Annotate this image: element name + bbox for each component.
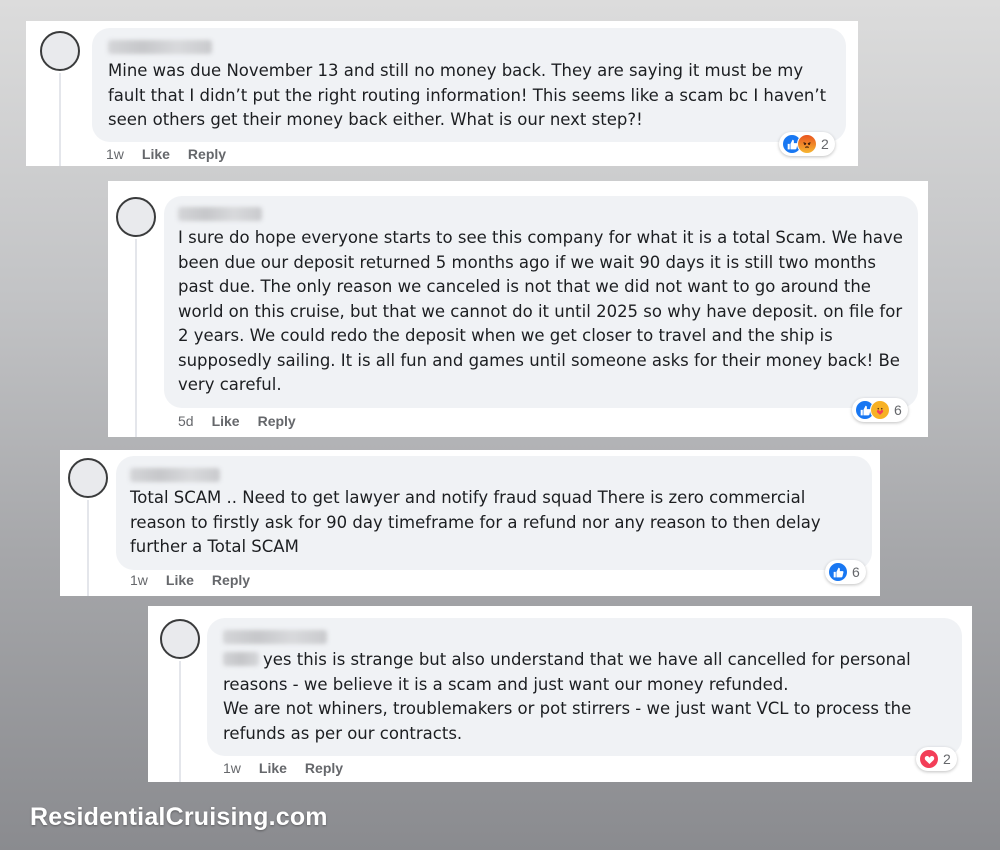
thread-line — [59, 73, 61, 166]
author-name-redacted[interactable] — [223, 630, 327, 644]
comment-text: Total SCAM .. Need to get lawyer and not… — [130, 488, 821, 556]
like-button[interactable]: Like — [142, 146, 170, 162]
comment-card: Mine was due November 13 and still no mo… — [26, 21, 858, 166]
comment-actions: 1w Like Reply — [106, 146, 226, 162]
like-button[interactable]: Like — [259, 760, 287, 776]
like-button[interactable]: Like — [166, 572, 194, 588]
like-button[interactable]: Like — [212, 413, 240, 429]
care-reaction-icon — [870, 400, 890, 420]
author-name-redacted[interactable] — [178, 207, 262, 221]
reply-button[interactable]: Reply — [212, 572, 250, 588]
reaction-count: 6 — [852, 564, 860, 580]
comment-card: I sure do hope everyone starts to see th… — [108, 181, 928, 437]
reaction-summary[interactable]: 2 — [779, 132, 835, 156]
thread-line — [87, 500, 89, 596]
reaction-count: 2 — [943, 751, 951, 767]
thread-line — [135, 239, 137, 437]
angry-reaction-icon — [797, 134, 817, 154]
comment-card: Total SCAM .. Need to get lawyer and not… — [60, 450, 880, 596]
reply-button[interactable]: Reply — [258, 413, 296, 429]
comment-text-body: yes this is strange but also understand … — [223, 650, 912, 743]
comment-timestamp[interactable]: 1w — [106, 146, 124, 162]
comment-text: I sure do hope everyone starts to see th… — [178, 228, 903, 394]
comment-actions: 1w Like Reply — [130, 572, 250, 588]
mentioned-name-redacted[interactable] — [223, 652, 259, 666]
comment-bubble: I sure do hope everyone starts to see th… — [164, 196, 918, 408]
comment-timestamp[interactable]: 1w — [223, 760, 241, 776]
comment-timestamp[interactable]: 1w — [130, 572, 148, 588]
author-name-redacted[interactable] — [130, 468, 220, 482]
reaction-summary[interactable]: 2 — [916, 747, 957, 771]
thread-line — [179, 661, 181, 782]
avatar[interactable] — [160, 619, 200, 659]
comment-text: Mine was due November 13 and still no mo… — [108, 61, 827, 129]
heart-reaction-icon — [919, 749, 939, 769]
reaction-count: 6 — [894, 402, 902, 418]
comment-bubble: yes this is strange but also understand … — [207, 618, 962, 756]
author-name-redacted[interactable] — [108, 40, 212, 54]
reaction-summary[interactable]: 6 — [825, 560, 866, 584]
comment-timestamp[interactable]: 5d — [178, 413, 194, 429]
avatar[interactable] — [116, 197, 156, 237]
reaction-summary[interactable]: 6 — [852, 398, 908, 422]
reaction-count: 2 — [821, 136, 829, 152]
avatar[interactable] — [40, 31, 80, 71]
comment-text: yes this is strange but also understand … — [223, 648, 911, 746]
comment-bubble: Mine was due November 13 and still no mo… — [92, 28, 846, 142]
comment-card: yes this is strange but also understand … — [148, 606, 972, 782]
reply-button[interactable]: Reply — [305, 760, 343, 776]
reply-button[interactable]: Reply — [188, 146, 226, 162]
avatar[interactable] — [68, 458, 108, 498]
comment-actions: 1w Like Reply — [223, 760, 343, 776]
like-reaction-icon — [828, 562, 848, 582]
comment-actions: 5d Like Reply — [178, 413, 296, 429]
site-watermark: ResidentialCruising.com — [30, 803, 328, 831]
comment-bubble: Total SCAM .. Need to get lawyer and not… — [116, 456, 872, 570]
